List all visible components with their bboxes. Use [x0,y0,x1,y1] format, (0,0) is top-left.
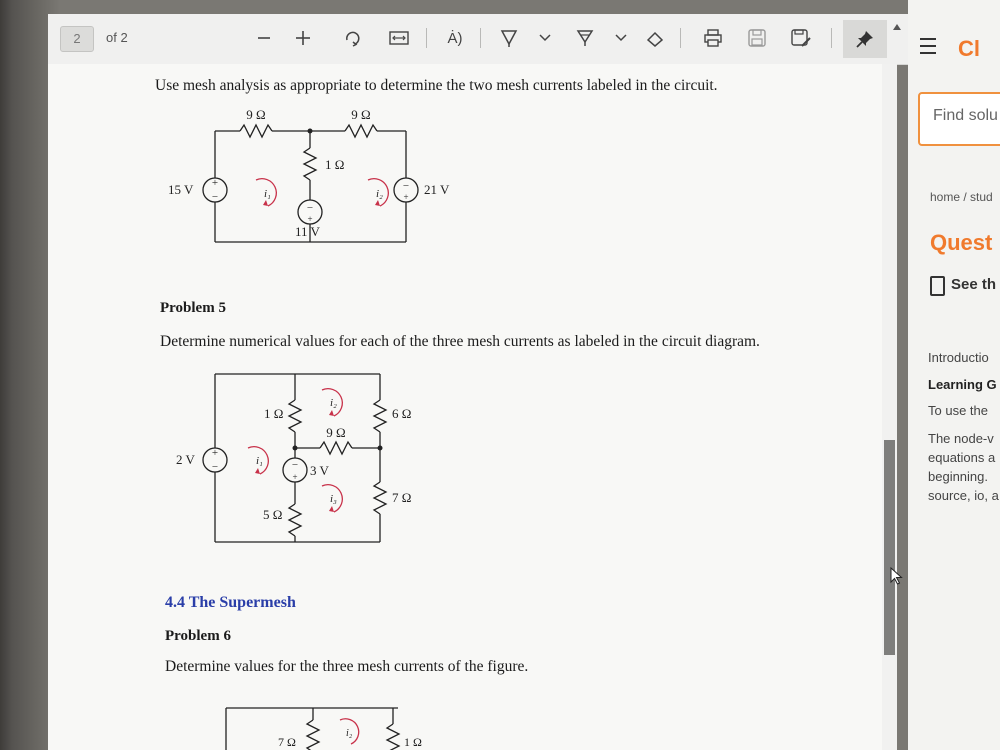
intro-text: Use mesh analysis as appropriate to dete… [155,77,718,94]
svg-text:+: + [212,177,218,189]
problem-5-text: Determine numerical values for each of t… [160,333,760,350]
voltage-source-label: 3 V [310,463,330,478]
resistor-label: 1 Ω [264,406,283,421]
voltage-source-label: 2 V [176,452,196,467]
see-answer-link[interactable]: See th [951,276,996,293]
save-icon [748,29,766,47]
read-aloud-button[interactable]: Ȧ) [441,25,469,51]
svg-text:+: + [292,472,297,482]
page-number-input[interactable]: 2 [60,26,94,52]
circuit-diagram-2: + − − + 1 Ω 5 Ω 9 Ω 6 Ω 7 Ω 2 V 3 V i₁ i… [176,373,411,543]
resistor-label: 9 Ω [351,107,370,122]
printer-icon [704,29,722,47]
chevron-down-icon [615,34,627,42]
circuit-diagram-3: 7 Ω 1 Ω i₂ [225,707,422,750]
question-text-line: source, io, a [928,488,999,503]
pin-icon [856,31,873,48]
fit-width-icon [389,31,409,45]
toolbar-divider [831,28,832,48]
rotate-icon [346,31,360,47]
highlight-options-button[interactable] [614,25,628,51]
voltage-source-label: 21 V [424,182,450,197]
draw-button[interactable] [498,25,520,51]
pdf-page: Use mesh analysis as appropriate to dete… [48,64,882,750]
save-as-button[interactable] [790,25,812,51]
resistor-label: 9 Ω [326,425,345,440]
svg-text:−: − [212,461,218,473]
resistor-label: 6 Ω [392,406,411,421]
voltage-source-label: 15 V [168,182,194,197]
svg-text:−: − [307,202,313,214]
svg-text:−: − [212,191,218,203]
pdf-toolbar: 2 of 2 Ȧ) [48,14,908,65]
save-button[interactable] [746,25,768,51]
question-text-line: beginning. [928,469,988,484]
scroll-up-arrow[interactable] [893,24,901,30]
search-input[interactable]: Find solu [933,107,998,125]
scrollbar-thumb[interactable] [884,440,895,655]
svg-text:−: − [403,180,409,192]
chevron-down-icon [539,34,551,42]
question-text-line: To use the [928,403,988,418]
draw-options-button[interactable] [538,25,552,51]
resistor-label: 9 Ω [246,107,265,122]
highlight-button[interactable] [574,25,596,51]
plus-icon [296,31,310,45]
eraser-icon [646,31,664,47]
fit-width-button[interactable] [388,25,410,51]
pin-toolbar-button[interactable] [843,20,887,58]
problem-5-title: Problem 5 [160,300,226,316]
print-button[interactable] [702,25,724,51]
toolbar-divider [680,28,681,48]
svg-text:−: − [292,459,298,471]
question-text-line: Learning G [928,377,997,392]
mesh-current-label: i₁ [256,455,263,467]
question-text-line: Introductio [928,350,989,365]
mesh-current-label: i₁ [264,188,271,200]
resistor-label: 7 Ω [392,490,411,505]
zoom-in-button[interactable] [294,25,312,51]
question-text-line: equations a [928,450,996,465]
toolbar-divider [480,28,481,48]
question-text-line: The node-v [928,431,994,446]
mesh-current-label: i₂ [346,728,353,739]
rotate-button[interactable] [342,25,362,51]
mesh-current-label: i₂ [376,188,383,200]
section-title: 4.4 The Supermesh [165,594,296,611]
svg-text:+: + [212,447,218,459]
erase-button[interactable] [644,25,666,51]
circuit-diagram-1: + − − + − + 9 Ω 9 Ω 1 Ω 15 V 21 V 11 V i… [168,107,450,243]
brand-logo[interactable]: Cl [958,36,980,62]
resistor-label: 7 Ω [278,735,296,749]
pdf-viewer: 2 of 2 Ȧ) Use mesh analysis as appropri… [0,0,908,750]
zoom-out-button[interactable] [255,25,273,51]
highlight-icon [576,30,594,46]
question-heading: Quest [930,230,993,255]
mesh-current-label: i₂ [330,397,337,409]
problem-6-text: Determine values for the three mesh curr… [165,658,529,675]
svg-text:+: + [307,214,312,224]
menu-icon[interactable] [920,38,936,59]
mesh-current-label: i₃ [330,493,337,505]
side-panel: Cl Find solu home / stud Quest See th In… [908,0,1000,750]
resistor-label: 1 Ω [325,157,344,172]
problem-6-title: Problem 6 [165,628,231,644]
phone-icon [930,276,945,296]
resistor-label: 1 Ω [404,735,422,749]
save-as-icon [791,29,811,47]
breadcrumb[interactable]: home / stud [930,190,993,204]
minus-icon [258,37,270,39]
page-count: of 2 [106,30,128,45]
voltage-source-label: 11 V [295,224,321,239]
draw-icon [500,30,518,47]
svg-text:+: + [403,192,408,202]
resistor-label: 5 Ω [263,507,282,522]
mouse-cursor-icon [890,567,903,585]
toolbar-divider [426,28,427,48]
